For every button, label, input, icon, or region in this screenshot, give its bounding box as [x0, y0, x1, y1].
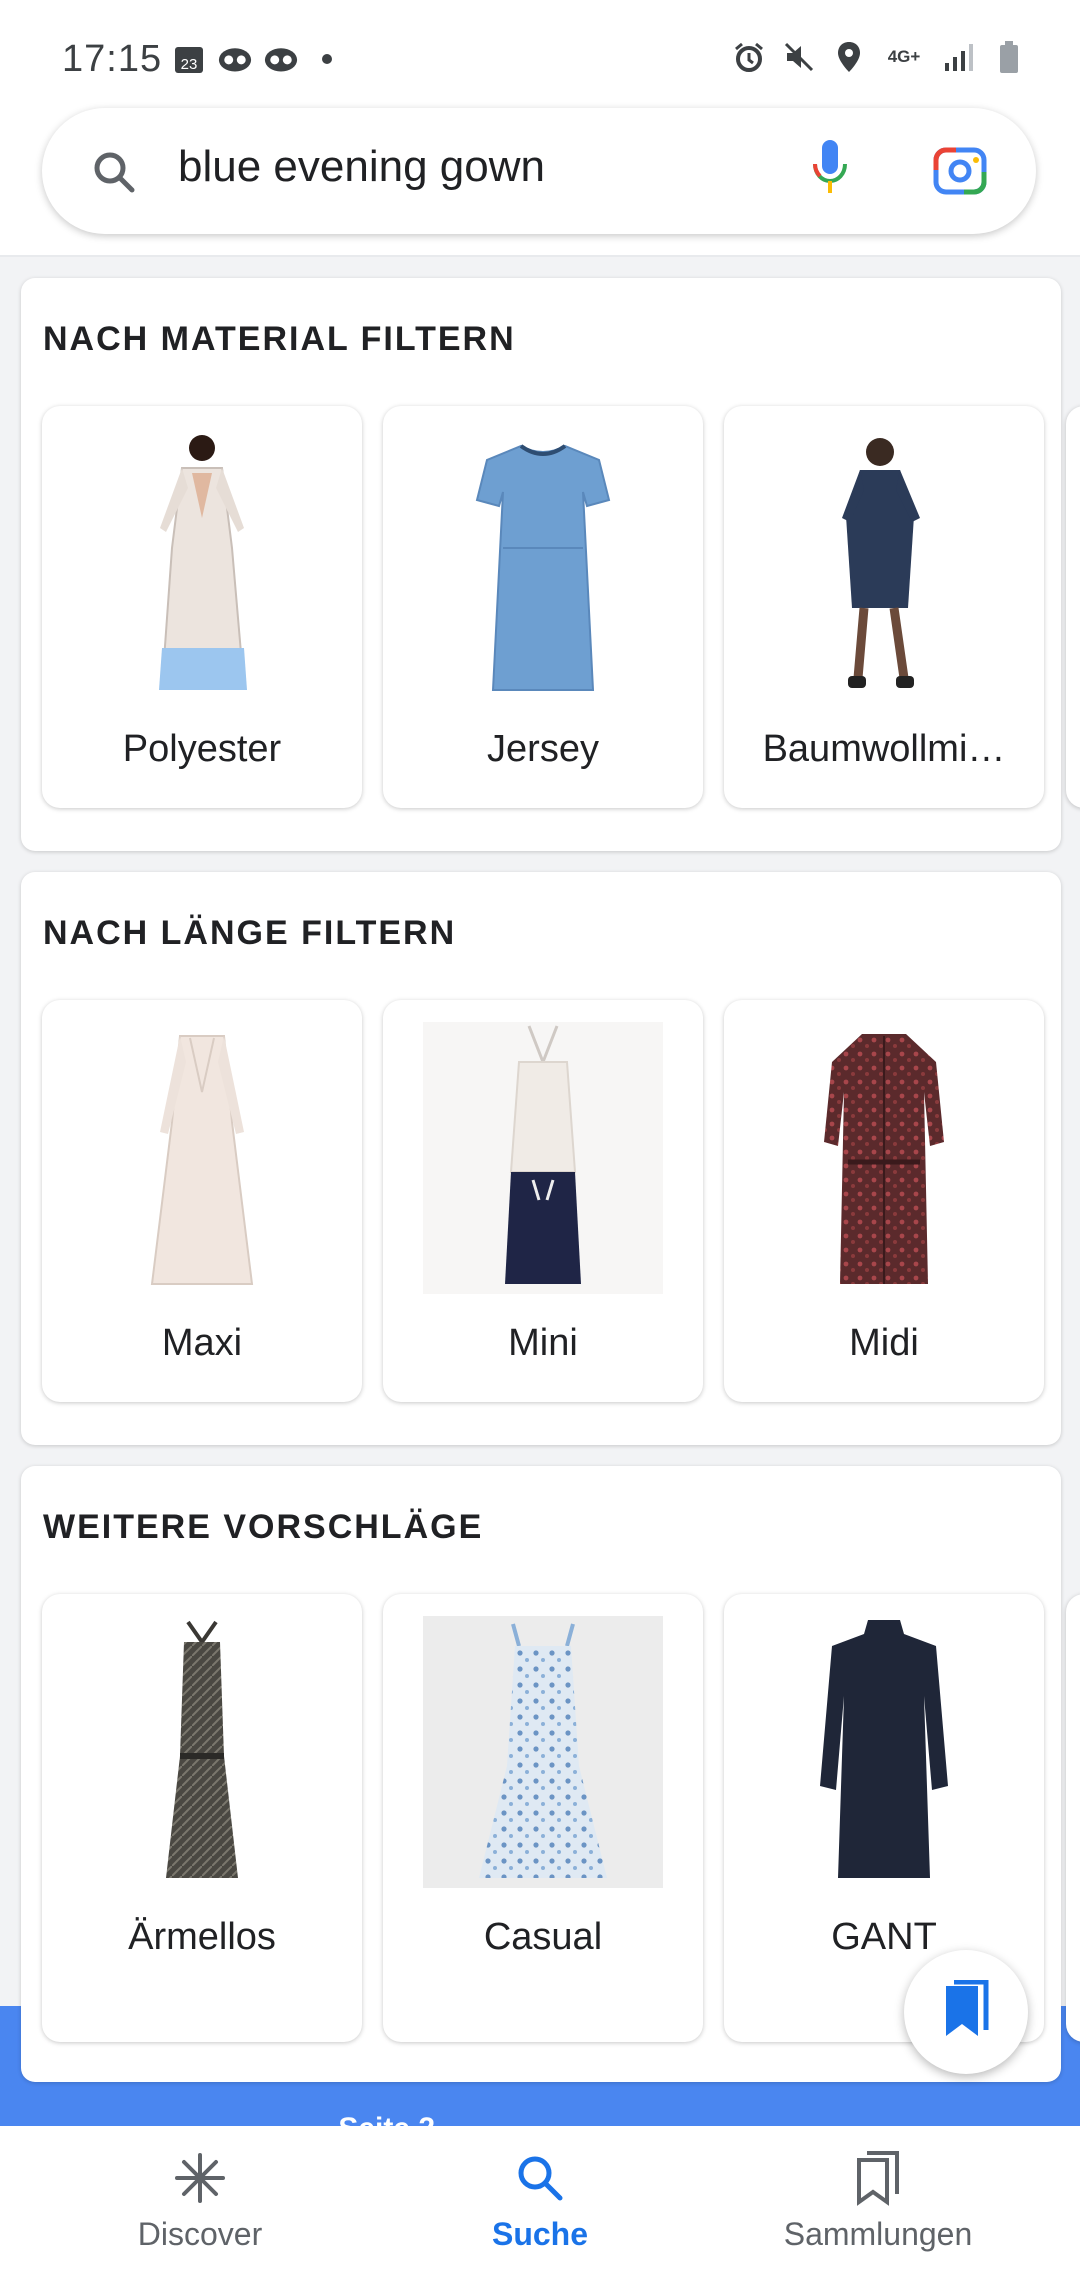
calendar-day: 23 — [181, 56, 198, 73]
google-lens-icon[interactable] — [932, 142, 988, 203]
card-label: GANT — [831, 1916, 937, 1958]
location-icon — [832, 40, 866, 74]
section-title: NACH MATERIAL FILTERN — [43, 320, 516, 358]
battery-icon — [992, 40, 1026, 74]
nav-label: Sammlungen — [783, 2216, 973, 2252]
filter-card-baumwollmischung[interactable]: Baumwollmi… — [724, 406, 1044, 808]
collections-icon — [728, 2148, 1028, 2208]
card-label: Jersey — [487, 728, 599, 770]
card-image — [403, 428, 683, 700]
card-image — [403, 1616, 683, 1888]
card-image — [744, 1616, 1024, 1888]
filter-card-polyester[interactable]: Polyester — [42, 406, 362, 808]
status-bar: 17:15 23 4G+ — [0, 0, 1080, 110]
nav-label: Suche — [491, 2216, 589, 2252]
card-image — [744, 1022, 1024, 1294]
collections-fab[interactable] — [904, 1950, 1028, 2074]
search-header: blue evening gown — [0, 100, 1080, 257]
game-icon-2 — [264, 42, 298, 76]
card-image — [62, 1616, 342, 1888]
filter-card-mini[interactable]: Mini — [383, 1000, 703, 1402]
next-card-peek[interactable] — [1066, 406, 1080, 808]
filter-card-jersey[interactable]: Jersey — [383, 406, 703, 808]
nav-sammlungen[interactable]: Sammlungen — [728, 2148, 1028, 2253]
section-title: NACH LÄNGE FILTERN — [43, 914, 457, 952]
nav-label: Discover — [137, 2216, 263, 2252]
bottom-navigation: Discover Suche Sammlungen — [0, 2126, 1080, 2286]
alarm-icon — [732, 40, 766, 74]
card-label: Ärmellos — [128, 1916, 276, 1958]
filter-card-casual[interactable]: Casual — [383, 1594, 703, 2042]
notification-icons: 23 — [172, 42, 344, 76]
mute-icon — [782, 40, 816, 74]
card-label: Maxi — [161, 1322, 243, 1364]
card-image — [62, 1022, 342, 1294]
asterisk-icon — [50, 2148, 350, 2208]
network-type: 4G+ — [887, 47, 921, 66]
status-time: 17:15 — [62, 38, 163, 80]
filter-length-section: NACH LÄNGE FILTERN Maxi Mini Midi — [21, 872, 1061, 1445]
filter-card-midi[interactable]: Midi — [724, 1000, 1044, 1402]
search-icon — [390, 2148, 690, 2208]
section-title: WEITERE VORSCHLÄGE — [43, 1508, 484, 1546]
filter-card-maxi[interactable]: Maxi — [42, 1000, 362, 1402]
game-icon — [218, 42, 252, 76]
card-image — [403, 1022, 683, 1294]
card-label: Mini — [508, 1322, 578, 1364]
card-label: Polyester — [122, 728, 282, 770]
filter-material-section: NACH MATERIAL FILTERN Polyester Jersey B… — [21, 278, 1080, 851]
card-label: Casual — [483, 1916, 603, 1958]
microphone-icon[interactable] — [810, 138, 850, 205]
card-label: Baumwollmi… — [762, 728, 1006, 770]
card-image — [62, 428, 342, 700]
next-card-peek[interactable] — [1066, 1594, 1080, 2042]
bookmark-icon — [938, 1979, 994, 2045]
search-input[interactable]: blue evening gown — [178, 142, 545, 192]
dot-icon — [310, 42, 344, 76]
more-suggestions-section: WEITERE VORSCHLÄGE Ärmellos Casual GANT — [21, 1466, 1080, 2082]
search-bar[interactable]: blue evening gown — [42, 108, 1036, 234]
card-image — [744, 428, 1024, 700]
signal-icon — [942, 40, 976, 74]
card-label: Midi — [849, 1322, 919, 1364]
search-icon[interactable] — [90, 148, 138, 201]
system-icons: 4G+ — [732, 40, 1026, 74]
nav-suche[interactable]: Suche — [390, 2148, 690, 2253]
filter-card-aermellos[interactable]: Ärmellos — [42, 1594, 362, 2042]
nav-discover[interactable]: Discover — [50, 2148, 350, 2253]
calendar-icon: 23 — [172, 42, 206, 76]
